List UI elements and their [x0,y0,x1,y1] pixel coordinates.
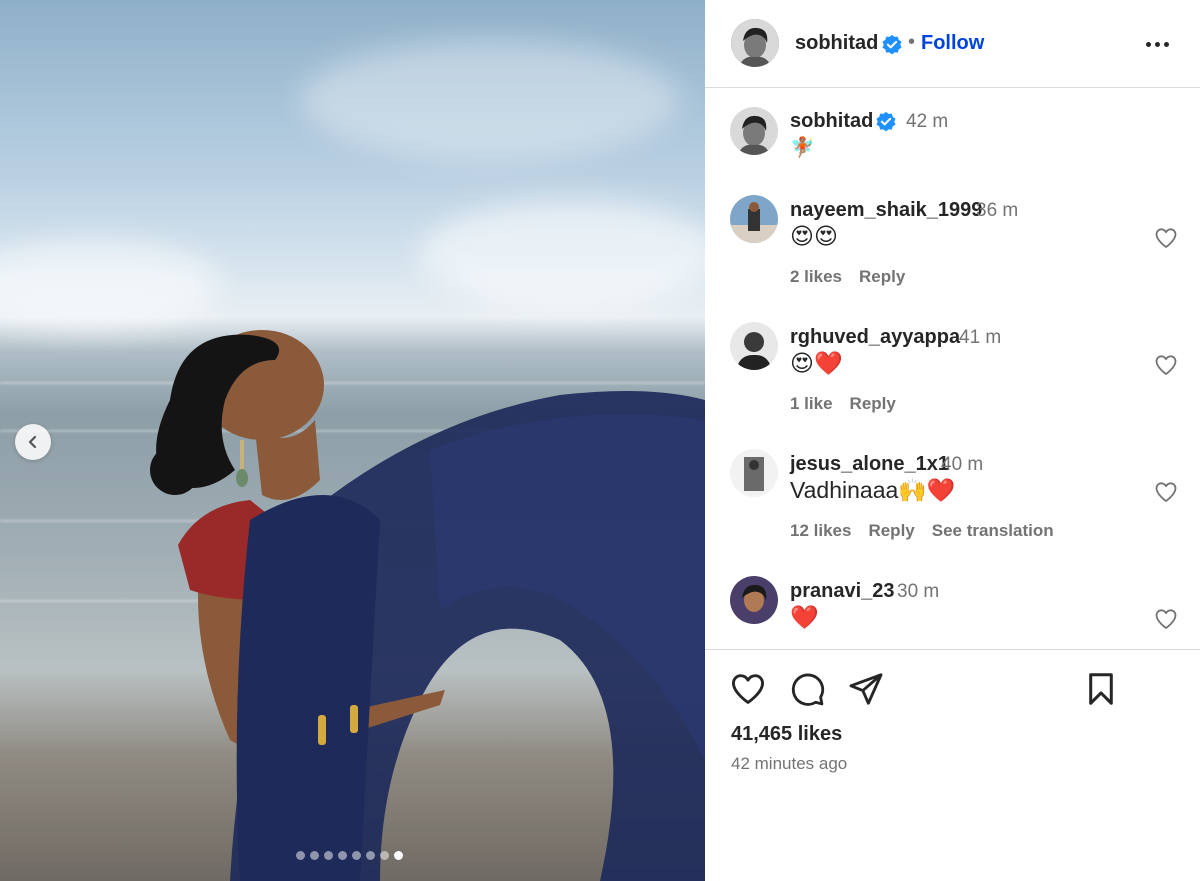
caption-username[interactable]: sobhitad [790,110,873,133]
comment-text: ❤️ [790,604,819,630]
comment-username[interactable]: nayeem_shaik_1999 [790,199,982,222]
comment-text: Vadhinaaa🙌❤️ [790,477,956,503]
chevron-left-icon [28,435,37,449]
carousel-dot [394,851,403,860]
post-actions: 41,465 likes 42 minutes ago [705,649,1200,881]
verified-badge-icon [876,111,896,132]
caption-time: 42 m [906,111,949,132]
header-separator: • [908,31,916,53]
heart-icon[interactable] [1154,480,1178,504]
carousel-indicator [296,851,403,860]
carousel-dot [352,851,361,860]
commenter-avatar[interactable] [730,449,778,497]
comment-username[interactable]: rghuved_ayyappa [790,326,960,349]
heart-icon[interactable] [1154,353,1178,377]
post-header: sobhitad • Follow [705,0,1200,88]
see-translation-button[interactable]: See translation [932,521,1054,541]
carousel-dot [366,851,375,860]
follow-button[interactable]: Follow [921,32,984,55]
carousel-dot [324,851,333,860]
post-photo [0,0,705,881]
reply-button[interactable]: Reply [859,267,905,287]
comment-text: 😍😍 [790,223,838,249]
carousel-dot [310,851,319,860]
woman-figure [150,330,705,881]
likes-count[interactable]: 41,465 likes [731,723,842,746]
post-sidebar: sobhitad • Follow sobhitad 42 m 🧚🏽 nayee… [705,0,1200,881]
comment-actions: 12 likes Reply See translation [790,521,1054,541]
carousel-dot [338,851,347,860]
paper-plane-icon[interactable] [847,670,885,708]
post-timestamp: 42 minutes ago [731,754,848,773]
commenter-avatar[interactable] [730,195,778,243]
reply-button[interactable]: Reply [868,521,914,541]
carousel-dot [296,851,305,860]
comment-text: 😍❤️ [790,350,843,376]
comment-username[interactable]: jesus_alone_1x1 [790,453,949,476]
comment-time: 40 m [941,454,984,475]
comment-bubble-icon[interactable] [788,670,826,708]
carousel-dot [380,851,389,860]
comments-list: sobhitad 42 m 🧚🏽 nayeem_shaik_1999 36 m … [705,89,1200,649]
commenter-avatar[interactable] [730,576,778,624]
comment-likes[interactable]: 2 likes [790,267,842,287]
comment-username[interactable]: pranavi_23 [790,580,895,603]
caption-avatar[interactable] [730,107,778,155]
heart-icon[interactable] [729,670,767,708]
more-options-icon[interactable] [1146,34,1172,54]
comment-time: 36 m [976,200,1019,221]
commenter-avatar[interactable] [730,322,778,370]
heart-icon[interactable] [1154,607,1178,631]
comment-time: 41 m [959,327,1002,348]
heart-icon[interactable] [1154,226,1178,250]
reply-button[interactable]: Reply [850,394,896,414]
previous-slide-button[interactable] [15,424,51,460]
verified-badge-icon [882,34,902,55]
author-username[interactable]: sobhitad [795,32,878,55]
caption-text: 🧚🏽 [790,137,815,159]
comment-likes[interactable]: 1 like [790,394,833,414]
author-avatar[interactable] [731,19,779,67]
comment-actions: 2 likes Reply [790,267,905,287]
comment-actions: 1 like Reply [790,394,896,414]
bookmark-icon[interactable] [1082,670,1120,708]
comment-likes[interactable]: 12 likes [790,521,851,541]
comment-time: 30 m [897,581,940,602]
